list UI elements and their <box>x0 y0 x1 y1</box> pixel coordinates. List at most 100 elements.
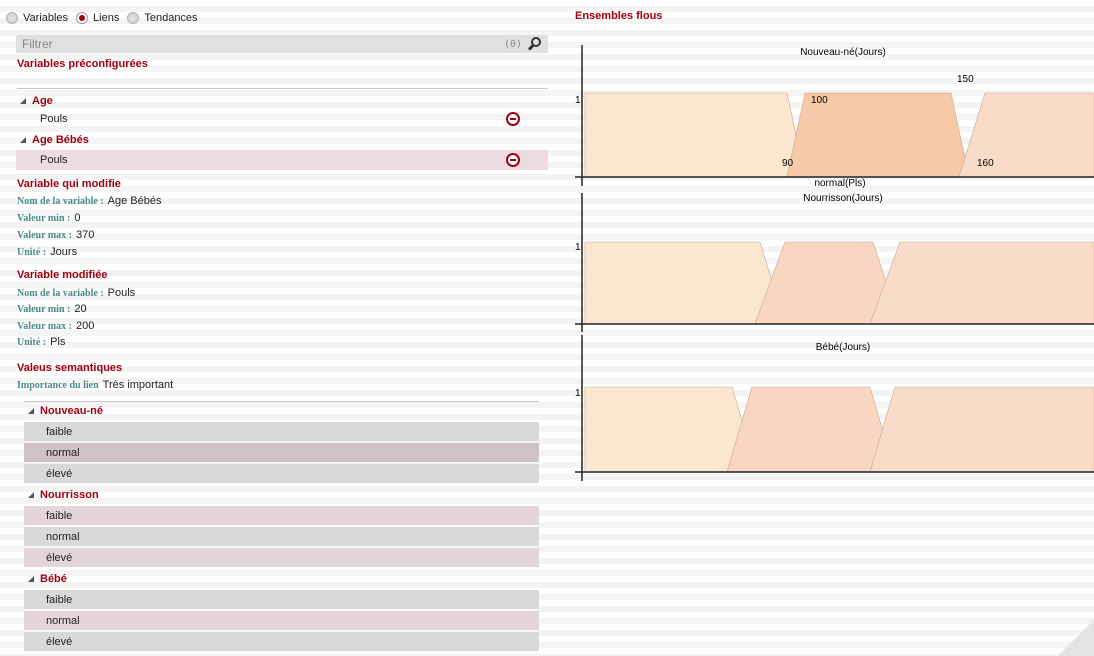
modifier-name-row: Nom de la variable : Age Bébés <box>17 195 161 207</box>
fuzzy-set <box>584 241 786 325</box>
radio-tendances[interactable]: Tendances <box>127 12 198 24</box>
divider <box>17 88 548 89</box>
item-label: faible <box>46 593 73 606</box>
list-item[interactable]: élevé <box>24 464 539 483</box>
item-label: faible <box>46 425 73 438</box>
list-item[interactable]: normal <box>24 611 539 630</box>
item-label: élevé <box>46 551 73 564</box>
group-label: Nourrisson <box>40 489 99 501</box>
radio-variables[interactable]: Variables <box>6 12 68 24</box>
fuzzy-set <box>584 92 806 178</box>
group-label: Nouveau-né <box>40 405 103 417</box>
preconfigured-title: Variables préconfigurées <box>17 58 148 70</box>
modifier-title: Variable qui modifie <box>17 178 121 190</box>
collapse-triangle-icon[interactable] <box>28 492 34 498</box>
radio-dot-icon[interactable] <box>76 12 89 24</box>
fuzzy-sets-panel: Ensembles flous Nouveau-né(Jours) 150 10… <box>565 0 1094 656</box>
chart-bottom-label: normal(Pls) <box>814 178 865 189</box>
field-value: Pouls <box>107 287 136 299</box>
field-key: Valeur min : <box>17 213 71 224</box>
field-key: Valeur min : <box>17 304 71 315</box>
group-label: Bébé <box>40 573 67 585</box>
fuzzy-charts: Nouveau-né(Jours) 150 100 90 160 1 norma… <box>575 45 1094 481</box>
field-value: 0 <box>74 212 81 224</box>
chart-bebe: Bébé(Jours) 1 <box>575 335 1094 481</box>
chart-label: 150 <box>957 74 974 85</box>
modified-title: Variable modifiée <box>17 269 108 281</box>
field-key: Valeur max : <box>17 230 72 241</box>
field-key: Nom de la variable : <box>17 288 104 299</box>
collapse-triangle-icon[interactable] <box>28 576 34 582</box>
links-panel: Variables Liens Tendances (0) Variables … <box>0 0 552 656</box>
search-icon[interactable] <box>527 37 542 51</box>
modifier-min-row: Valeur min : 0 <box>17 212 80 224</box>
chart-title: Bébé(Jours) <box>816 342 870 353</box>
chart-nourrisson: Nourrisson(Jours) 1 <box>575 193 1094 332</box>
item-label: Pouls <box>40 154 68 166</box>
list-item[interactable]: faible <box>24 422 539 441</box>
item-label: normal <box>46 530 80 543</box>
remove-icon[interactable] <box>506 153 520 167</box>
sem-group-nouveau-ne[interactable]: Nouveau-né <box>28 405 103 417</box>
radio-label: Tendances <box>144 12 198 24</box>
item-label: élevé <box>46 635 73 648</box>
sem-group-nourrisson[interactable]: Nourrisson <box>28 489 99 501</box>
filter-count: (0) <box>503 38 522 50</box>
chart-title: Nouveau-né(Jours) <box>800 47 886 58</box>
radio-label: Liens <box>93 12 120 24</box>
semantic-title: Valeus semantiques <box>17 362 123 374</box>
sem-group-bebe[interactable]: Bébé <box>28 573 67 585</box>
modified-unit-row: Unité : Pls <box>17 336 65 348</box>
chart-title: Nourrisson(Jours) <box>803 193 882 204</box>
collapse-triangle-icon[interactable] <box>28 408 34 414</box>
list-item[interactable]: normal <box>24 443 539 462</box>
field-key: Importance du lien <box>17 380 99 391</box>
modified-name-row: Nom de la variable : Pouls <box>17 287 135 299</box>
list-item[interactable]: élevé <box>24 632 539 651</box>
list-item[interactable]: faible <box>24 590 539 609</box>
item-label: normal <box>46 614 80 627</box>
field-value: 200 <box>76 320 95 332</box>
modified-min-row: Valeur min : 20 <box>17 303 87 315</box>
collapse-triangle-icon[interactable] <box>20 137 26 143</box>
fuzzy-set <box>726 386 896 473</box>
filter-bar: (0) <box>16 35 548 53</box>
radio-dot-icon[interactable] <box>6 12 18 24</box>
y-tick-label: 1 <box>575 388 581 399</box>
modified-max-row: Valeur max : 200 <box>17 320 94 332</box>
item-label: faible <box>46 509 73 522</box>
view-mode-radio-group: Variables Liens Tendances <box>6 10 206 26</box>
field-key: Nom de la variable : <box>17 196 104 207</box>
field-value: Age Bébés <box>107 195 162 207</box>
y-tick-label: 1 <box>575 95 581 106</box>
group-label: Age <box>32 95 53 107</box>
resize-corner[interactable] <box>1054 616 1094 656</box>
radio-dot-icon[interactable] <box>127 12 140 24</box>
chart-label: 100 <box>811 95 828 106</box>
field-value[interactable]: Très important <box>103 379 174 391</box>
item-label: normal <box>46 446 80 459</box>
radio-liens[interactable]: Liens <box>76 12 119 24</box>
field-key: Unité : <box>17 247 47 258</box>
list-item[interactable]: normal <box>24 527 539 546</box>
remove-icon[interactable] <box>506 112 520 126</box>
modifier-unit-row: Unité : Jours <box>17 246 77 258</box>
list-item[interactable]: élevé <box>24 548 539 567</box>
collapse-triangle-icon[interactable] <box>20 98 26 104</box>
chart-label: 90 <box>782 158 794 169</box>
field-value: Jours <box>50 246 78 258</box>
fuzzy-set <box>869 386 1094 473</box>
field-value: 370 <box>76 229 95 241</box>
item-label: Pouls <box>40 113 68 125</box>
divider <box>24 401 539 402</box>
group-age[interactable]: Age <box>20 95 53 107</box>
modifier-max-row: Valeur max : 370 <box>17 229 94 241</box>
importance-row: Importance du lien Très important <box>17 379 173 391</box>
list-item[interactable]: faible <box>24 506 539 525</box>
field-key: Valeur max : <box>17 321 72 332</box>
fuzzy-set <box>869 241 1094 325</box>
list-item[interactable]: Pouls <box>16 109 548 129</box>
filter-input[interactable] <box>16 35 504 53</box>
group-age-bebes[interactable]: Age Bébés <box>20 134 89 146</box>
list-item[interactable]: Pouls <box>16 150 548 170</box>
